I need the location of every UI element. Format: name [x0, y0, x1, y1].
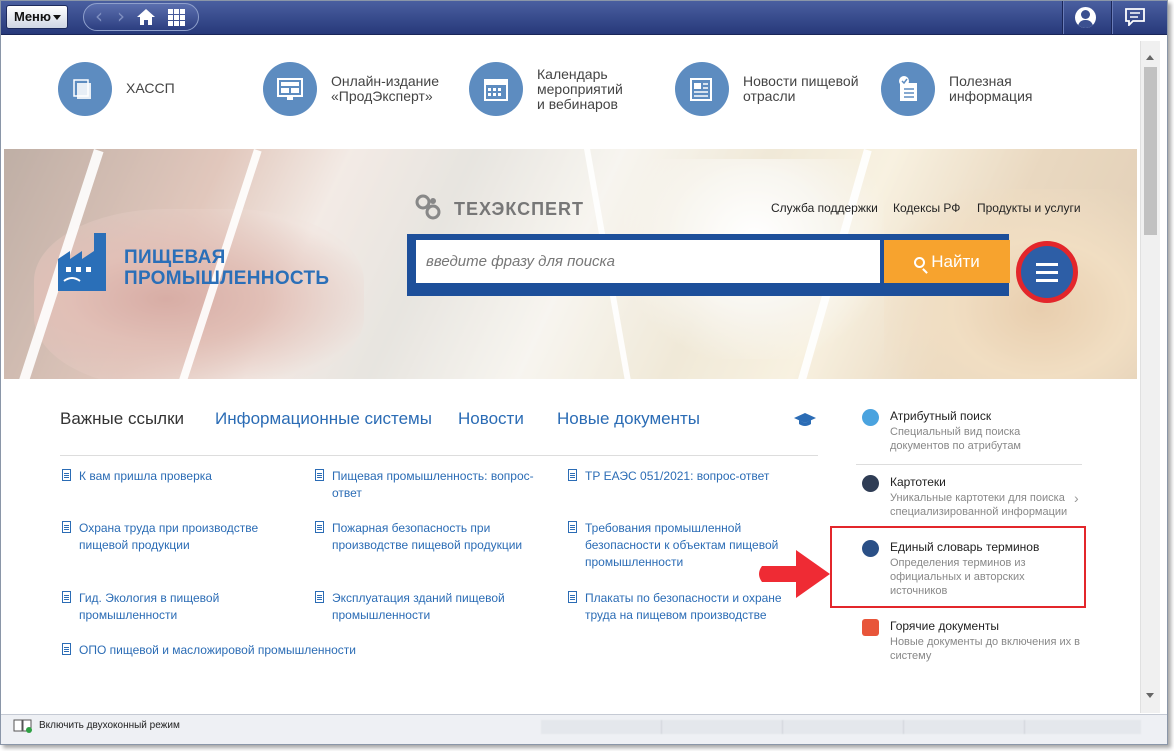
- search-icon: [914, 256, 926, 268]
- document-icon: [62, 469, 71, 481]
- newspaper-icon: [675, 62, 729, 116]
- document-icon: [568, 521, 577, 533]
- attribute-search-item[interactable]: Атрибутный поиск Специальный вид поиска …: [856, 407, 1082, 457]
- link-text: Гид. Экология в пищевой промышленности: [79, 591, 220, 622]
- link-fire-safety[interactable]: Пожарная безопасность при производстве п…: [315, 520, 552, 554]
- toolbar-divider: [1111, 1, 1112, 34]
- quick-link-label: Новости пищевой отрасли: [743, 73, 859, 104]
- item-description: Уникальные картотеки для поиска специали…: [890, 492, 1068, 518]
- link-text: Пищевая промышленность: вопрос-ответ: [332, 469, 534, 500]
- link-inspection[interactable]: К вам пришла проверка: [62, 468, 299, 485]
- factory-logo-icon: [58, 233, 106, 291]
- hot-document-icon: [862, 619, 879, 636]
- dual-window-icon[interactable]: [13, 719, 33, 733]
- back-arrow-icon[interactable]: ‹: [90, 6, 108, 26]
- link-tr-eaeu[interactable]: ТР ЕАЭС 051/2021: вопрос-ответ: [568, 468, 805, 485]
- main-content: ХАССП Онлайн-издание «ПродЭксперт» Кален…: [4, 41, 1137, 711]
- quick-link-label: Полезная информация: [949, 73, 1033, 104]
- search-button[interactable]: Найти: [884, 240, 1010, 283]
- search-input[interactable]: [416, 240, 880, 283]
- hamburger-menu-button[interactable]: [1016, 241, 1078, 303]
- link-text: ТР ЕАЭС 051/2021: вопрос-ответ: [585, 469, 770, 483]
- top-toolbar: Меню ‹ ›: [1, 1, 1167, 35]
- home-icon[interactable]: [136, 8, 156, 26]
- tab-info-systems[interactable]: Информационные системы: [215, 409, 432, 429]
- tab-new-documents[interactable]: Новые документы: [557, 409, 700, 429]
- texpert-logo-text: ТЕХЭКСПЕRТ: [454, 199, 585, 219]
- link-industrial-safety[interactable]: Требования промышленной безопасности к о…: [568, 520, 785, 571]
- document-icon: [315, 591, 324, 603]
- link-text: Требования промышленной безопасности к о…: [585, 521, 779, 569]
- item-title: Горячие документы: [890, 619, 999, 633]
- quick-link-label: Онлайн-издание «ПродЭксперт»: [331, 73, 440, 104]
- vertical-scrollbar[interactable]: [1140, 41, 1160, 713]
- tab-important-links[interactable]: Важные ссылки: [60, 409, 184, 429]
- document-icon: [62, 643, 71, 655]
- folders-icon: [58, 62, 112, 116]
- tabs-divider: [60, 455, 818, 456]
- scroll-down-arrow-icon[interactable]: [1146, 693, 1154, 698]
- item-title: Картотеки: [890, 475, 946, 489]
- navigation-group: ‹ ›: [83, 3, 199, 31]
- link-posters[interactable]: Плакаты по безопасности и охране труда н…: [568, 590, 785, 624]
- highlight-frame: [830, 526, 1086, 608]
- apps-grid-icon[interactable]: [168, 9, 185, 26]
- document-icon: [62, 591, 71, 603]
- products-link[interactable]: Продукты и услуги: [977, 201, 1081, 215]
- card-files-item[interactable]: Картотеки Уникальные картотеки для поиск…: [856, 473, 1082, 523]
- link-opo[interactable]: ОПО пищевой и масложировой промышленност…: [62, 642, 379, 659]
- info-doc-icon: [881, 62, 935, 116]
- user-icon[interactable]: [1075, 7, 1096, 28]
- link-ecology[interactable]: Гид. Экология в пищевой промышленности: [62, 590, 239, 624]
- scroll-thumb[interactable]: [1144, 67, 1157, 235]
- forward-arrow-icon[interactable]: ›: [112, 6, 130, 26]
- link-labor-safety[interactable]: Охрана труда при производстве пищевой пр…: [62, 520, 299, 554]
- menu-button-label: Меню: [14, 9, 52, 24]
- hero-banner: ТЕХЭКСПЕRТ Служба поддержки Кодексы РФ П…: [4, 149, 1137, 379]
- brand-title: ПИЩЕВАЯ ПРОМЫШЛЕННОСТЬ: [124, 247, 330, 289]
- item-description: Новые документы до включения их в систем…: [890, 636, 1081, 662]
- calendar-icon: [469, 62, 523, 116]
- link-text: Охрана труда при производстве пищевой пр…: [79, 521, 259, 552]
- document-icon: [62, 521, 71, 533]
- quick-link-label: ХАССП: [126, 80, 175, 96]
- hot-documents-item[interactable]: Горячие документы Новые документы до вкл…: [856, 617, 1082, 667]
- scroll-up-arrow-icon[interactable]: [1146, 55, 1154, 60]
- message-icon[interactable]: [1125, 8, 1145, 26]
- link-text: Плакаты по безопасности и охране труда н…: [585, 591, 782, 622]
- document-icon: [315, 469, 324, 481]
- search-button-label: Найти: [931, 251, 980, 271]
- link-text: Эксплуатация зданий пищевой промышленнос…: [332, 591, 505, 622]
- chevron-right-icon[interactable]: ›: [1074, 490, 1079, 506]
- support-link[interactable]: Служба поддержки: [771, 201, 878, 215]
- toolbar-divider: [1062, 1, 1063, 34]
- search-bar: Найти: [407, 234, 1010, 296]
- card-files-icon: [862, 475, 879, 492]
- pointer-arrow-icon: [759, 550, 830, 598]
- texpert-logo-icon: [415, 194, 441, 220]
- app-window: Меню ‹ › ХАССП Онлайн-издание «ПродЭкспе…: [0, 0, 1168, 745]
- link-text: ОПО пищевой и масложировой промышленност…: [79, 643, 357, 657]
- codes-link[interactable]: Кодексы РФ: [893, 201, 960, 215]
- monitor-icon: [263, 62, 317, 116]
- dual-mode-toggle[interactable]: Включить двухоконный режим: [39, 720, 180, 731]
- link-buildings[interactable]: Эксплуатация зданий пищевой промышленнос…: [315, 590, 512, 624]
- attribute-search-icon: [862, 409, 879, 426]
- quick-link-label: Календарь мероприятий и вебинаров: [537, 66, 623, 112]
- document-icon: [315, 521, 324, 533]
- link-text: Пожарная безопасность при производстве п…: [332, 521, 523, 552]
- item-title: Атрибутный поиск: [890, 409, 992, 423]
- document-icon: [568, 591, 577, 603]
- link-text: К вам пришла проверка: [79, 469, 212, 483]
- tab-news[interactable]: Новости: [458, 409, 524, 429]
- status-info-area: [541, 720, 1141, 734]
- menu-button[interactable]: Меню: [6, 5, 68, 29]
- status-bar: Включить двухоконный режим: [1, 714, 1167, 744]
- caret-down-icon: [53, 15, 61, 20]
- document-icon: [568, 469, 577, 481]
- panel-divider: [856, 464, 1082, 465]
- link-food-qa[interactable]: Пищевая промышленность: вопрос-ответ: [315, 468, 552, 502]
- item-description: Специальный вид поиска документов по атр…: [890, 426, 1021, 452]
- graduation-cap-icon[interactable]: [794, 413, 816, 427]
